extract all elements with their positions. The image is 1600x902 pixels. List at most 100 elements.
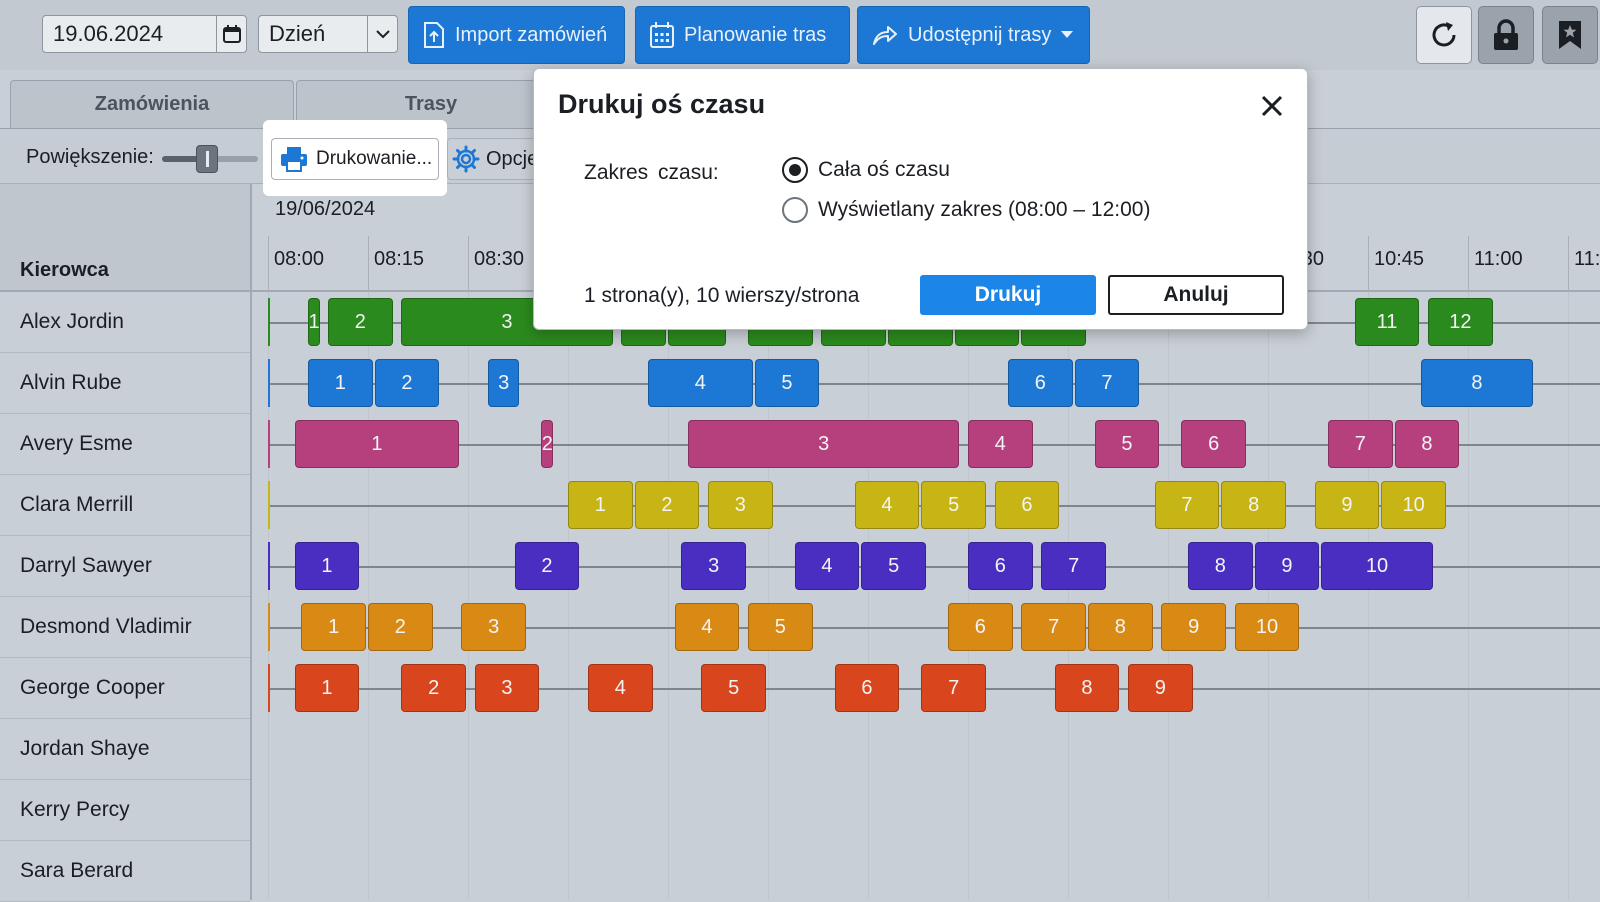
driver-row[interactable]: George Cooper <box>0 658 250 719</box>
order-block[interactable]: 9 <box>1314 481 1380 529</box>
driver-row[interactable]: Jordan Shaye <box>0 719 250 780</box>
cancel-button[interactable]: Anuluj <box>1108 275 1284 315</box>
order-block[interactable]: 1 <box>294 420 460 468</box>
order-block[interactable]: 5 <box>921 481 986 529</box>
toolbar: 19.06.2024 Dzień Import zamówień Planowa… <box>0 0 1600 70</box>
driver-row[interactable]: Alvin Rube <box>0 353 250 414</box>
order-block[interactable]: 6 <box>994 481 1060 529</box>
pages-info: 1 strona(y), 10 wierszy/strona <box>584 284 860 307</box>
order-block[interactable]: 4 <box>968 420 1033 468</box>
driver-column: Kierowca Alex Jordin Alvin Rube Avery Esme… <box>0 184 252 902</box>
order-block[interactable]: 8 <box>1421 359 1533 407</box>
order-block[interactable]: 3 <box>488 359 520 407</box>
order-block[interactable]: 9 <box>1161 603 1226 651</box>
order-block[interactable]: 3 <box>474 664 540 712</box>
order-block[interactable]: 2 <box>401 664 466 712</box>
order-block[interactable]: 8 <box>1394 420 1460 468</box>
caret-down-icon <box>1061 31 1074 38</box>
driver-row[interactable]: Clara Merrill <box>0 475 250 536</box>
import-orders-button[interactable]: Import zamówień <box>408 6 625 64</box>
zoom-slider-handle[interactable] <box>196 145 218 173</box>
radio-whole-timeline[interactable] <box>782 157 808 183</box>
share-routes-button[interactable]: Udostępnij trasy <box>857 6 1090 64</box>
driver-row[interactable]: Darryl Sawyer <box>0 536 250 597</box>
order-block[interactable]: 4 <box>674 603 740 651</box>
order-block[interactable]: 6 <box>968 542 1033 590</box>
order-block[interactable]: 1 <box>568 481 633 529</box>
order-block[interactable]: 3 <box>461 603 526 651</box>
order-block[interactable]: 1 <box>294 542 360 590</box>
order-block[interactable]: 2 <box>514 542 580 590</box>
order-block[interactable]: 10 <box>1234 603 1300 651</box>
order-block[interactable]: 7 <box>1041 542 1106 590</box>
driver-row[interactable]: Avery Esme <box>0 414 250 475</box>
order-block[interactable]: 2 <box>368 603 433 651</box>
order-block[interactable]: 9 <box>1128 664 1193 712</box>
order-block[interactable]: 4 <box>854 481 920 529</box>
order-block[interactable]: 12 <box>1428 298 1493 346</box>
order-block[interactable]: 2 <box>374 359 440 407</box>
order-block[interactable]: 4 <box>588 664 653 712</box>
order-block[interactable]: 7 <box>1328 420 1393 468</box>
radio-visible-range[interactable] <box>782 197 808 223</box>
order-block[interactable]: 1 <box>301 603 366 651</box>
order-block[interactable]: 4 <box>648 359 753 407</box>
bookmark-button[interactable] <box>1542 6 1598 64</box>
order-block[interactable]: 2 <box>634 481 700 529</box>
bookmark-star-icon <box>1559 21 1581 49</box>
order-block[interactable]: 3 <box>681 542 746 590</box>
order-block[interactable]: 6 <box>1008 359 1073 407</box>
tab-orders[interactable]: Zamówienia <box>10 80 294 128</box>
order-block[interactable]: 5 <box>748 603 813 651</box>
lock-button[interactable] <box>1478 6 1534 64</box>
option-whole-timeline[interactable]: Cała oś czasu <box>782 157 950 183</box>
option-visible-range[interactable]: Wyświetlany zakres (08:00 – 12:00) <box>782 197 1150 223</box>
order-block[interactable]: 6 <box>834 664 900 712</box>
order-block[interactable]: 6 <box>1181 420 1246 468</box>
order-block[interactable]: 5 <box>1094 420 1160 468</box>
order-block[interactable]: 1 <box>308 359 373 407</box>
route-line <box>268 383 1600 385</box>
order-block[interactable]: 11 <box>1354 298 1420 346</box>
options-button[interactable]: Opcje <box>447 138 541 180</box>
date-input[interactable]: 19.06.2024 <box>42 15 247 53</box>
order-block[interactable]: 5 <box>701 664 766 712</box>
driver-row[interactable]: Alex Jordin <box>0 292 250 353</box>
order-block[interactable]: 5 <box>861 542 926 590</box>
order-block[interactable]: 10 <box>1381 481 1446 529</box>
order-block[interactable]: 1 <box>308 298 320 346</box>
option-visible-range-label: Wyświetlany zakres (08:00 – 12:00) <box>818 198 1151 221</box>
print-button[interactable]: Drukowanie... <box>271 138 439 180</box>
order-block[interactable]: 8 <box>1054 664 1120 712</box>
order-block[interactable]: 10 <box>1321 542 1433 590</box>
order-block[interactable]: 2 <box>328 298 393 346</box>
order-block[interactable]: 3 <box>688 420 960 468</box>
route-start-marker <box>268 420 270 468</box>
driver-row[interactable]: Kerry Percy <box>0 780 250 841</box>
driver-row[interactable]: Sara Berard <box>0 841 250 902</box>
driver-row[interactable]: Desmond Vladimir <box>0 597 250 658</box>
order-block[interactable]: 7 <box>1154 481 1220 529</box>
close-icon[interactable] <box>1259 93 1285 119</box>
order-block[interactable]: 3 <box>708 481 773 529</box>
option-whole-timeline-label: Cała oś czasu <box>818 158 950 181</box>
order-block[interactable]: 9 <box>1254 542 1320 590</box>
order-block[interactable]: 6 <box>948 603 1013 651</box>
order-block[interactable]: 2 <box>541 420 554 468</box>
lock-icon <box>1494 19 1518 50</box>
order-block[interactable]: 4 <box>794 542 860 590</box>
order-block[interactable]: 5 <box>754 359 820 407</box>
order-block[interactable]: 1 <box>294 664 360 712</box>
order-block[interactable]: 7 <box>921 664 986 712</box>
view-select[interactable]: Dzień <box>258 15 398 53</box>
order-block[interactable]: 8 <box>1188 542 1253 590</box>
time-tick: 11:15 <box>1568 236 1600 292</box>
order-block[interactable]: 7 <box>1074 359 1140 407</box>
order-block[interactable]: 8 <box>1221 481 1286 529</box>
route-planning-button[interactable]: Planowanie tras <box>635 6 850 64</box>
order-block[interactable]: 7 <box>1021 603 1086 651</box>
calendar-icon[interactable] <box>216 16 246 52</box>
order-block[interactable]: 8 <box>1088 603 1153 651</box>
refresh-button[interactable] <box>1416 6 1472 64</box>
print-confirm-button[interactable]: Drukuj <box>920 275 1096 315</box>
